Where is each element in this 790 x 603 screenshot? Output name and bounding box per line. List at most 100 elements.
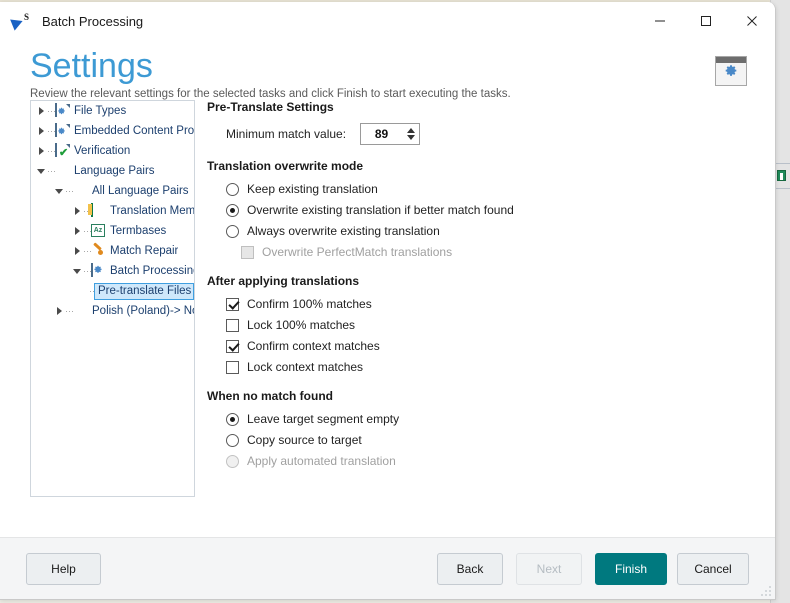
sidebar-item-label: Match Repair xyxy=(110,245,179,257)
radio-icon[interactable] xyxy=(226,182,239,196)
minimum-match-value-label: Minimum match value: xyxy=(226,127,347,141)
tree-connector: ··· xyxy=(47,106,56,116)
window-controls xyxy=(637,2,775,40)
window-title: Batch Processing xyxy=(42,13,144,29)
expand-collapse-icon[interactable] xyxy=(35,107,47,115)
trados-studio-icon: S xyxy=(10,12,32,31)
background-app-green-icon xyxy=(777,170,786,181)
radio-icon[interactable] xyxy=(226,203,239,217)
sidebar-item-batch-processing[interactable]: ··· Batch Processing xyxy=(31,261,194,281)
checkbox-lock-100-matches[interactable]: Lock 100% matches xyxy=(226,318,765,332)
radio-label: Apply automated translation xyxy=(247,454,396,468)
checkbox-icon[interactable] xyxy=(226,360,239,374)
resize-grip[interactable] xyxy=(760,585,772,597)
sidebar-item-label: Language Pairs xyxy=(74,165,155,177)
pre-translate-settings-pane: Pre-Translate Settings Minimum match val… xyxy=(207,100,765,475)
radio-leave-target-empty[interactable]: Leave target segment empty xyxy=(226,412,765,426)
section-title-pretranslate: Pre-Translate Settings xyxy=(207,100,334,114)
sidebar-item-match-repair[interactable]: ··· Match Repair xyxy=(31,241,194,261)
stepper-down-icon[interactable] xyxy=(406,135,415,140)
sidebar-item-label: Translation Memo xyxy=(110,205,194,217)
sidebar-item-label: Pre-translate Files xyxy=(94,282,194,300)
back-button[interactable]: Back xyxy=(437,553,503,585)
sidebar-item-polish-poland[interactable]: ··· Polish (Poland)-> Nor xyxy=(31,301,194,321)
sidebar-item-all-language-pairs[interactable]: ··· All Language Pairs xyxy=(31,181,194,201)
checkbox-lock-context-matches[interactable]: Lock context matches xyxy=(226,360,765,374)
expand-collapse-icon[interactable] xyxy=(35,127,47,135)
help-button[interactable]: Help xyxy=(26,553,101,585)
checkbox-icon[interactable] xyxy=(226,339,239,353)
checkbox-icon[interactable] xyxy=(226,297,239,311)
language-pairs-icon xyxy=(55,164,70,179)
language-pair-icon xyxy=(73,304,88,319)
radio-overwrite-if-better-match[interactable]: Overwrite existing translation if better… xyxy=(226,203,765,217)
sidebar-item-file-types[interactable]: ··· File Types xyxy=(31,101,194,121)
expand-collapse-icon[interactable] xyxy=(35,169,47,174)
expand-collapse-icon[interactable] xyxy=(71,227,83,235)
expand-collapse-icon[interactable] xyxy=(53,307,65,315)
embedded-content-icon xyxy=(55,122,70,139)
match-repair-icon xyxy=(91,244,106,259)
radio-keep-existing-translation[interactable]: Keep existing translation xyxy=(226,182,765,196)
checkbox-label: Confirm context matches xyxy=(247,339,380,353)
sidebar-item-label: All Language Pairs xyxy=(92,185,189,197)
checkbox-icon[interactable] xyxy=(226,318,239,332)
sidebar-item-pre-translate-files[interactable]: ··· Pre-translate Files xyxy=(31,281,194,301)
sidebar-item-label: Verification xyxy=(74,145,131,157)
batch-processing-settings-icon xyxy=(715,56,747,86)
tree-connector: ··· xyxy=(47,166,56,176)
stepper-up-icon[interactable] xyxy=(406,128,415,133)
minimum-match-value-input[interactable]: 89 xyxy=(361,127,402,141)
cancel-button[interactable]: Cancel xyxy=(677,553,749,585)
tree-connector: ··· xyxy=(47,146,56,156)
maximize-icon[interactable] xyxy=(683,2,729,40)
radio-icon[interactable] xyxy=(226,224,239,238)
checkbox-label: Overwrite PerfectMatch translations xyxy=(262,245,453,259)
radio-always-overwrite[interactable]: Always overwrite existing translation xyxy=(226,224,765,238)
page-subtitle: Review the relevant settings for the sel… xyxy=(30,88,511,100)
sidebar-item-language-pairs[interactable]: ··· Language Pairs xyxy=(31,161,194,181)
sidebar-item-label: File Types xyxy=(74,105,127,117)
expand-collapse-icon[interactable] xyxy=(71,269,83,274)
settings-tree[interactable]: ··· File Types ··· Embedded Content Proc xyxy=(30,100,195,497)
checkbox-label: Lock context matches xyxy=(247,360,364,374)
tree-connector: ··· xyxy=(83,226,92,236)
checkbox-confirm-100-matches[interactable]: Confirm 100% matches xyxy=(226,297,765,311)
sidebar-item-embedded-content[interactable]: ··· Embedded Content Proc xyxy=(31,121,194,141)
radio-label: Copy source to target xyxy=(247,433,362,447)
tree-connector: ··· xyxy=(65,186,74,196)
radio-label: Always overwrite existing translation xyxy=(247,224,440,238)
translation-memory-icon xyxy=(91,202,106,219)
checkbox-confirm-context-matches[interactable]: Confirm context matches xyxy=(226,339,765,353)
dialog-footer: Help Back Next Finish Cancel xyxy=(0,537,775,599)
expand-collapse-icon[interactable] xyxy=(35,147,47,155)
expand-collapse-icon[interactable] xyxy=(71,247,83,255)
tree-connector: ··· xyxy=(47,126,56,136)
tree-connector: ··· xyxy=(83,266,92,276)
dialog-body: ··· File Types ··· Embedded Content Proc xyxy=(0,100,775,510)
radio-icon[interactable] xyxy=(226,433,239,447)
finish-button[interactable]: Finish xyxy=(595,553,667,585)
sidebar-item-label: Polish (Poland)-> Nor xyxy=(92,305,194,317)
page-title: Settings xyxy=(30,47,153,85)
stepper-arrows[interactable] xyxy=(402,124,419,144)
close-icon[interactable] xyxy=(729,2,775,40)
expand-collapse-icon[interactable] xyxy=(53,189,65,194)
sidebar-item-termbases[interactable]: ··· Az Termbases xyxy=(31,221,194,241)
minimum-match-value-row: Minimum match value: 89 xyxy=(226,123,765,145)
checkbox-label: Confirm 100% matches xyxy=(247,297,372,311)
file-types-icon xyxy=(55,102,70,119)
radio-apply-automated-translation: Apply automated translation xyxy=(226,454,765,468)
minimum-match-value-stepper[interactable]: 89 xyxy=(360,123,421,145)
verification-icon: ✔ xyxy=(55,142,70,159)
section-title-overwrite-mode: Translation overwrite mode xyxy=(207,159,364,173)
next-button: Next xyxy=(516,553,582,585)
radio-copy-source-to-target[interactable]: Copy source to target xyxy=(226,433,765,447)
sidebar-item-verification[interactable]: ··· ✔ Verification xyxy=(31,141,194,161)
all-language-pairs-icon xyxy=(73,184,88,199)
sidebar-item-translation-memory[interactable]: ··· Translation Memo xyxy=(31,201,194,221)
radio-icon[interactable] xyxy=(226,412,239,426)
radio-icon xyxy=(226,454,239,468)
expand-collapse-icon[interactable] xyxy=(71,207,83,215)
minimize-icon[interactable] xyxy=(637,2,683,40)
